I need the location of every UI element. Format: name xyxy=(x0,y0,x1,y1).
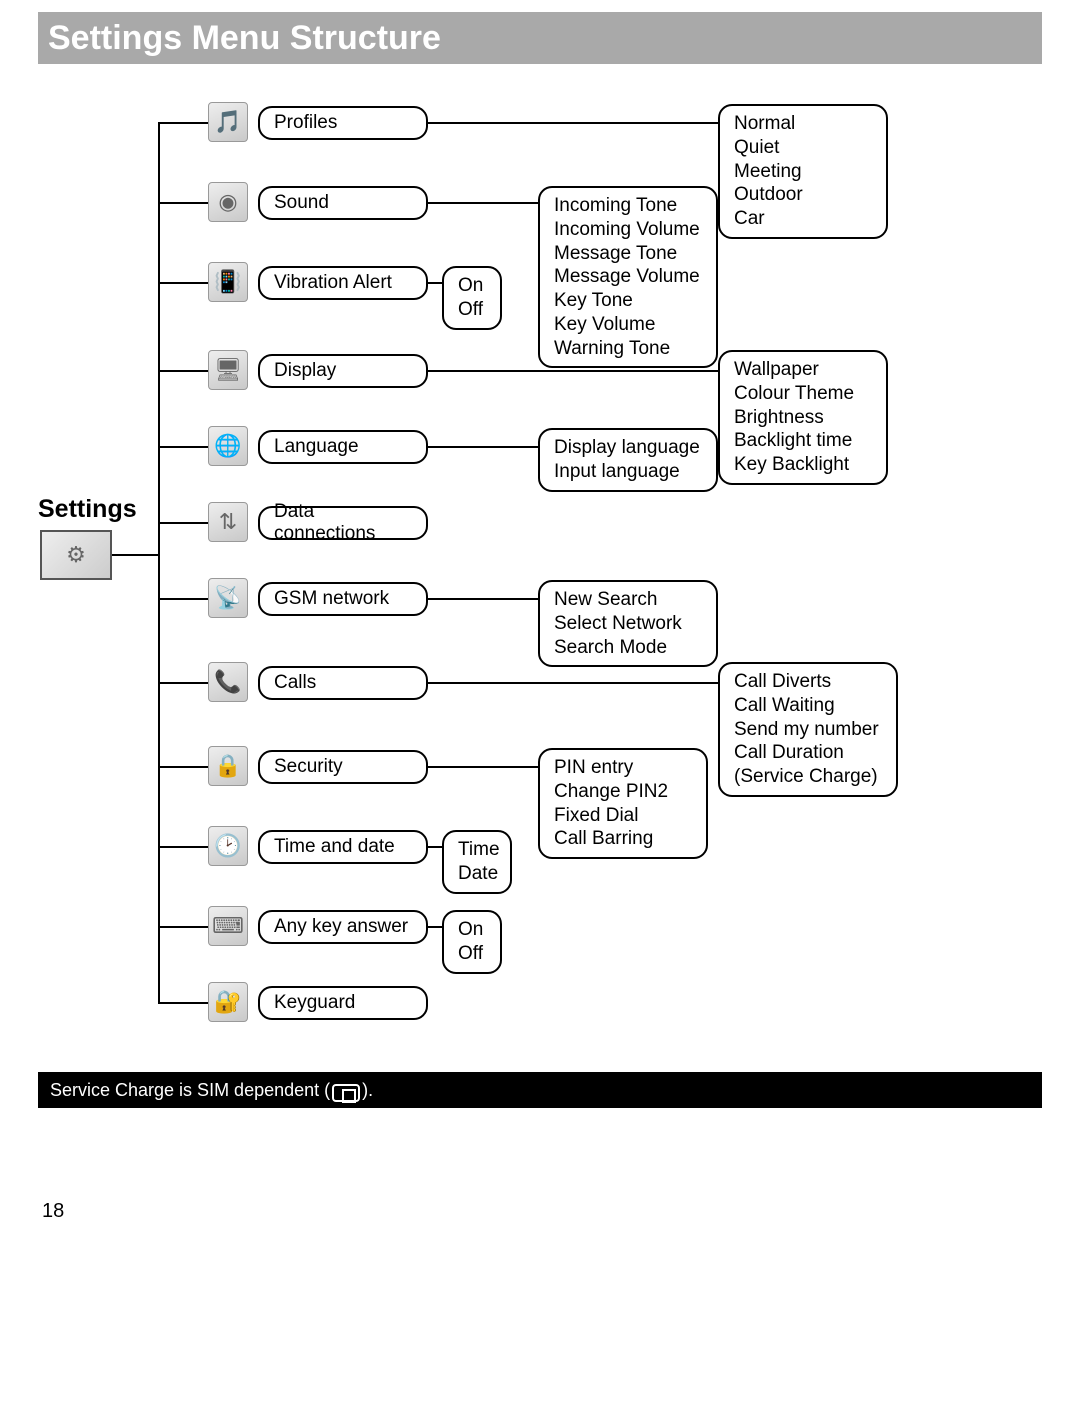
settings-icon: ⚙ xyxy=(40,530,112,580)
any-key-options: On Off xyxy=(442,910,502,974)
root-label: Settings xyxy=(38,495,137,524)
display-icon: 🖥 xyxy=(208,350,248,390)
any-key-answer-icon: ⌨ xyxy=(208,906,248,946)
menu-display: Display xyxy=(258,354,428,388)
security-options: PIN entry Change PIN2 Fixed Dial Call Ba… xyxy=(538,748,708,859)
language-icon: 🌐 xyxy=(208,426,248,466)
menu-time-date: Time and date xyxy=(258,830,428,864)
menu-data-connections: Data connections xyxy=(258,506,428,540)
menu-profiles: Profiles xyxy=(258,106,428,140)
sim-icon xyxy=(332,1084,360,1102)
menu-calls: Calls xyxy=(258,666,428,700)
language-options: Display language Input language xyxy=(538,428,718,492)
menu-keyguard: Keyguard xyxy=(258,986,428,1020)
vibration-icon: 📳 xyxy=(208,262,248,302)
calls-options: Call Diverts Call Waiting Send my number… xyxy=(718,662,898,797)
footer-note: Service Charge is SIM dependent ( ). xyxy=(38,1072,1042,1108)
time-date-icon: 🕑 xyxy=(208,826,248,866)
gsm-options: New Search Select Network Search Mode xyxy=(538,580,718,667)
keyguard-icon: 🔐 xyxy=(208,982,248,1022)
menu-language: Language xyxy=(258,430,428,464)
menu-gsm-network: GSM network xyxy=(258,582,428,616)
page-title-bar: Settings Menu Structure xyxy=(38,12,1042,64)
profiles-icon: 🎵 xyxy=(208,102,248,142)
sound-icon: ◉ xyxy=(208,182,248,222)
menu-security: Security xyxy=(258,750,428,784)
data-connections-icon: ⇅ xyxy=(208,502,248,542)
vibration-options: On Off xyxy=(442,266,502,330)
security-icon: 🔒 xyxy=(208,746,248,786)
page-number: 18 xyxy=(42,1200,64,1223)
profiles-options: Normal Quiet Meeting Outdoor Car xyxy=(718,104,888,239)
sound-options: Incoming Tone Incoming Volume Message To… xyxy=(538,186,718,368)
calls-icon: 📞 xyxy=(208,662,248,702)
menu-any-key-answer: Any key answer xyxy=(258,910,428,944)
display-options: Wallpaper Colour Theme Brightness Backli… xyxy=(718,350,888,485)
menu-sound: Sound xyxy=(258,186,428,220)
menu-vibration: Vibration Alert xyxy=(258,266,428,300)
time-date-options: Time Date xyxy=(442,830,512,894)
menu-structure-diagram: Settings ⚙ 🎵 Profiles Normal Quiet Meeti… xyxy=(38,90,1042,1070)
page-title: Settings Menu Structure xyxy=(48,19,441,58)
gsm-network-icon: 📡 xyxy=(208,578,248,618)
